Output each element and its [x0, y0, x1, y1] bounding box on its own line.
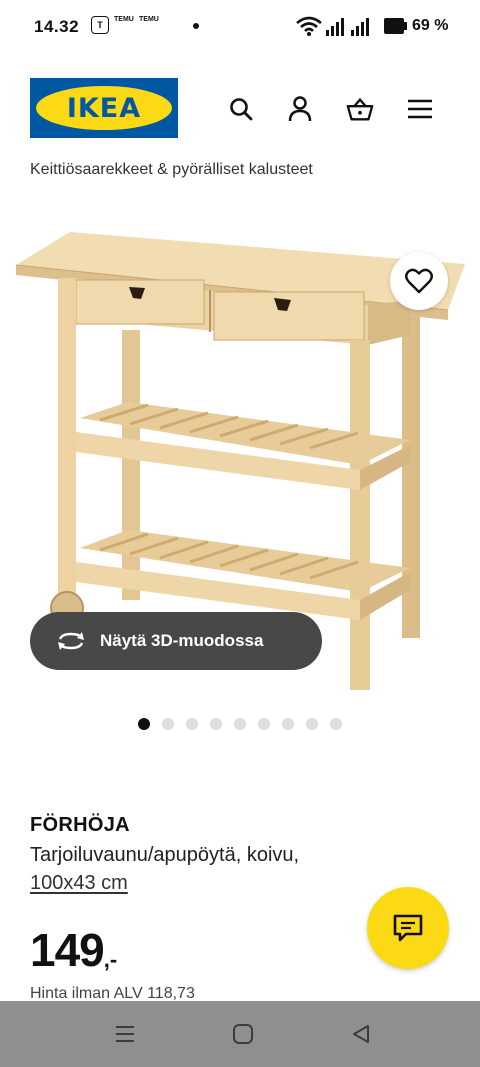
temu-notification-icon: T — [91, 16, 109, 34]
signal-icon — [326, 18, 369, 36]
favorite-button[interactable] — [390, 252, 448, 310]
carousel-dot[interactable] — [330, 718, 342, 730]
carousel-dots — [138, 718, 342, 730]
carousel-dot[interactable] — [306, 718, 318, 730]
status-time: 14.32 — [34, 17, 80, 36]
ikea-logo[interactable]: IKEA — [30, 78, 178, 138]
rotate-3d-icon — [58, 632, 84, 650]
temu-badge-icon: T — [91, 16, 109, 34]
battery-level: 69 % — [412, 17, 449, 34]
status-bar: 14.32 T TEMU TEMU 69 % — [0, 0, 480, 56]
carousel-dot[interactable] — [186, 718, 198, 730]
recent-apps-icon[interactable] — [112, 1021, 138, 1047]
home-icon[interactable] — [230, 1021, 256, 1047]
view-3d-button[interactable]: Näytä 3D-muodossa — [30, 612, 322, 670]
product-name: FÖRHÖJA — [30, 814, 130, 836]
system-nav-bar — [0, 1001, 480, 1067]
carousel-dot[interactable] — [258, 718, 270, 730]
search-icon[interactable] — [226, 94, 256, 124]
product-size-link[interactable]: 100x43 cm — [30, 872, 128, 895]
view-3d-label: Näytä 3D-muodossa — [100, 631, 264, 650]
chat-button[interactable] — [367, 887, 449, 969]
chat-icon — [393, 914, 423, 942]
user-icon[interactable] — [285, 94, 315, 124]
status-indicators: 69 % — [296, 16, 448, 36]
battery-icon — [384, 18, 407, 34]
logo-text: IKEA — [66, 92, 142, 124]
site-header: IKEA — [0, 70, 480, 150]
carousel-dot[interactable] — [138, 718, 150, 730]
basket-icon[interactable] — [345, 94, 375, 124]
carousel-dot[interactable] — [162, 718, 174, 730]
price-value: 149 — [30, 924, 105, 976]
product-description: Tarjoiluvaunu/apupöytä, koivu, — [30, 844, 300, 866]
back-icon[interactable] — [348, 1021, 374, 1047]
product-price: 149 ,- — [30, 924, 117, 990]
heart-icon — [405, 268, 433, 294]
breadcrumb[interactable]: Keittiösaarekkeet & pyörälliset kalustee… — [30, 161, 460, 185]
logo-oval: IKEA — [36, 86, 172, 130]
carousel-dot[interactable] — [282, 718, 294, 730]
menu-icon[interactable] — [405, 94, 435, 124]
wifi-icon — [296, 16, 322, 36]
temu-notification-label: TEMU — [114, 16, 134, 23]
temu-notification-label-2: TEMU — [139, 16, 159, 23]
carousel-dot[interactable] — [234, 718, 246, 730]
notification-dot — [193, 23, 199, 29]
price-suffix: ,- — [103, 947, 118, 972]
carousel-dot[interactable] — [210, 718, 222, 730]
